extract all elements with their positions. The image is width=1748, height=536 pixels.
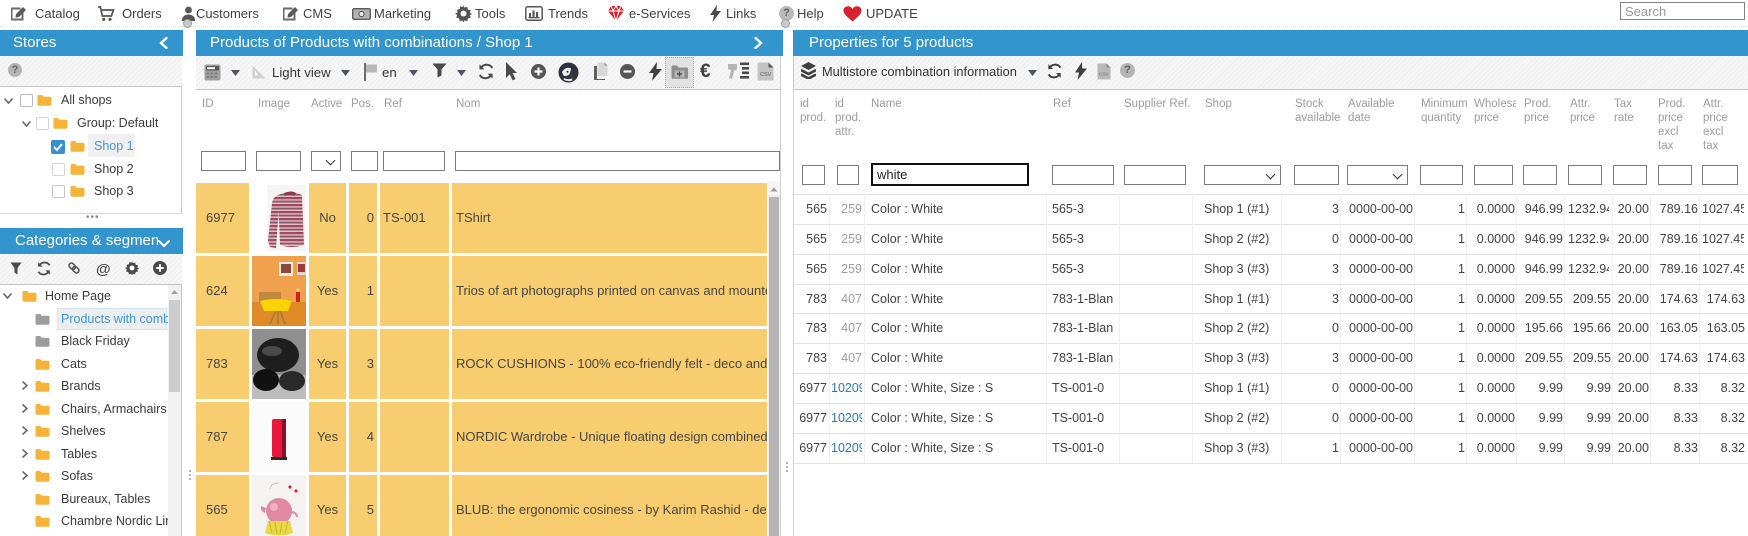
- svg-text:CSV: CSV: [760, 72, 772, 78]
- svg-text:CSV: CSV: [1099, 72, 1109, 77]
